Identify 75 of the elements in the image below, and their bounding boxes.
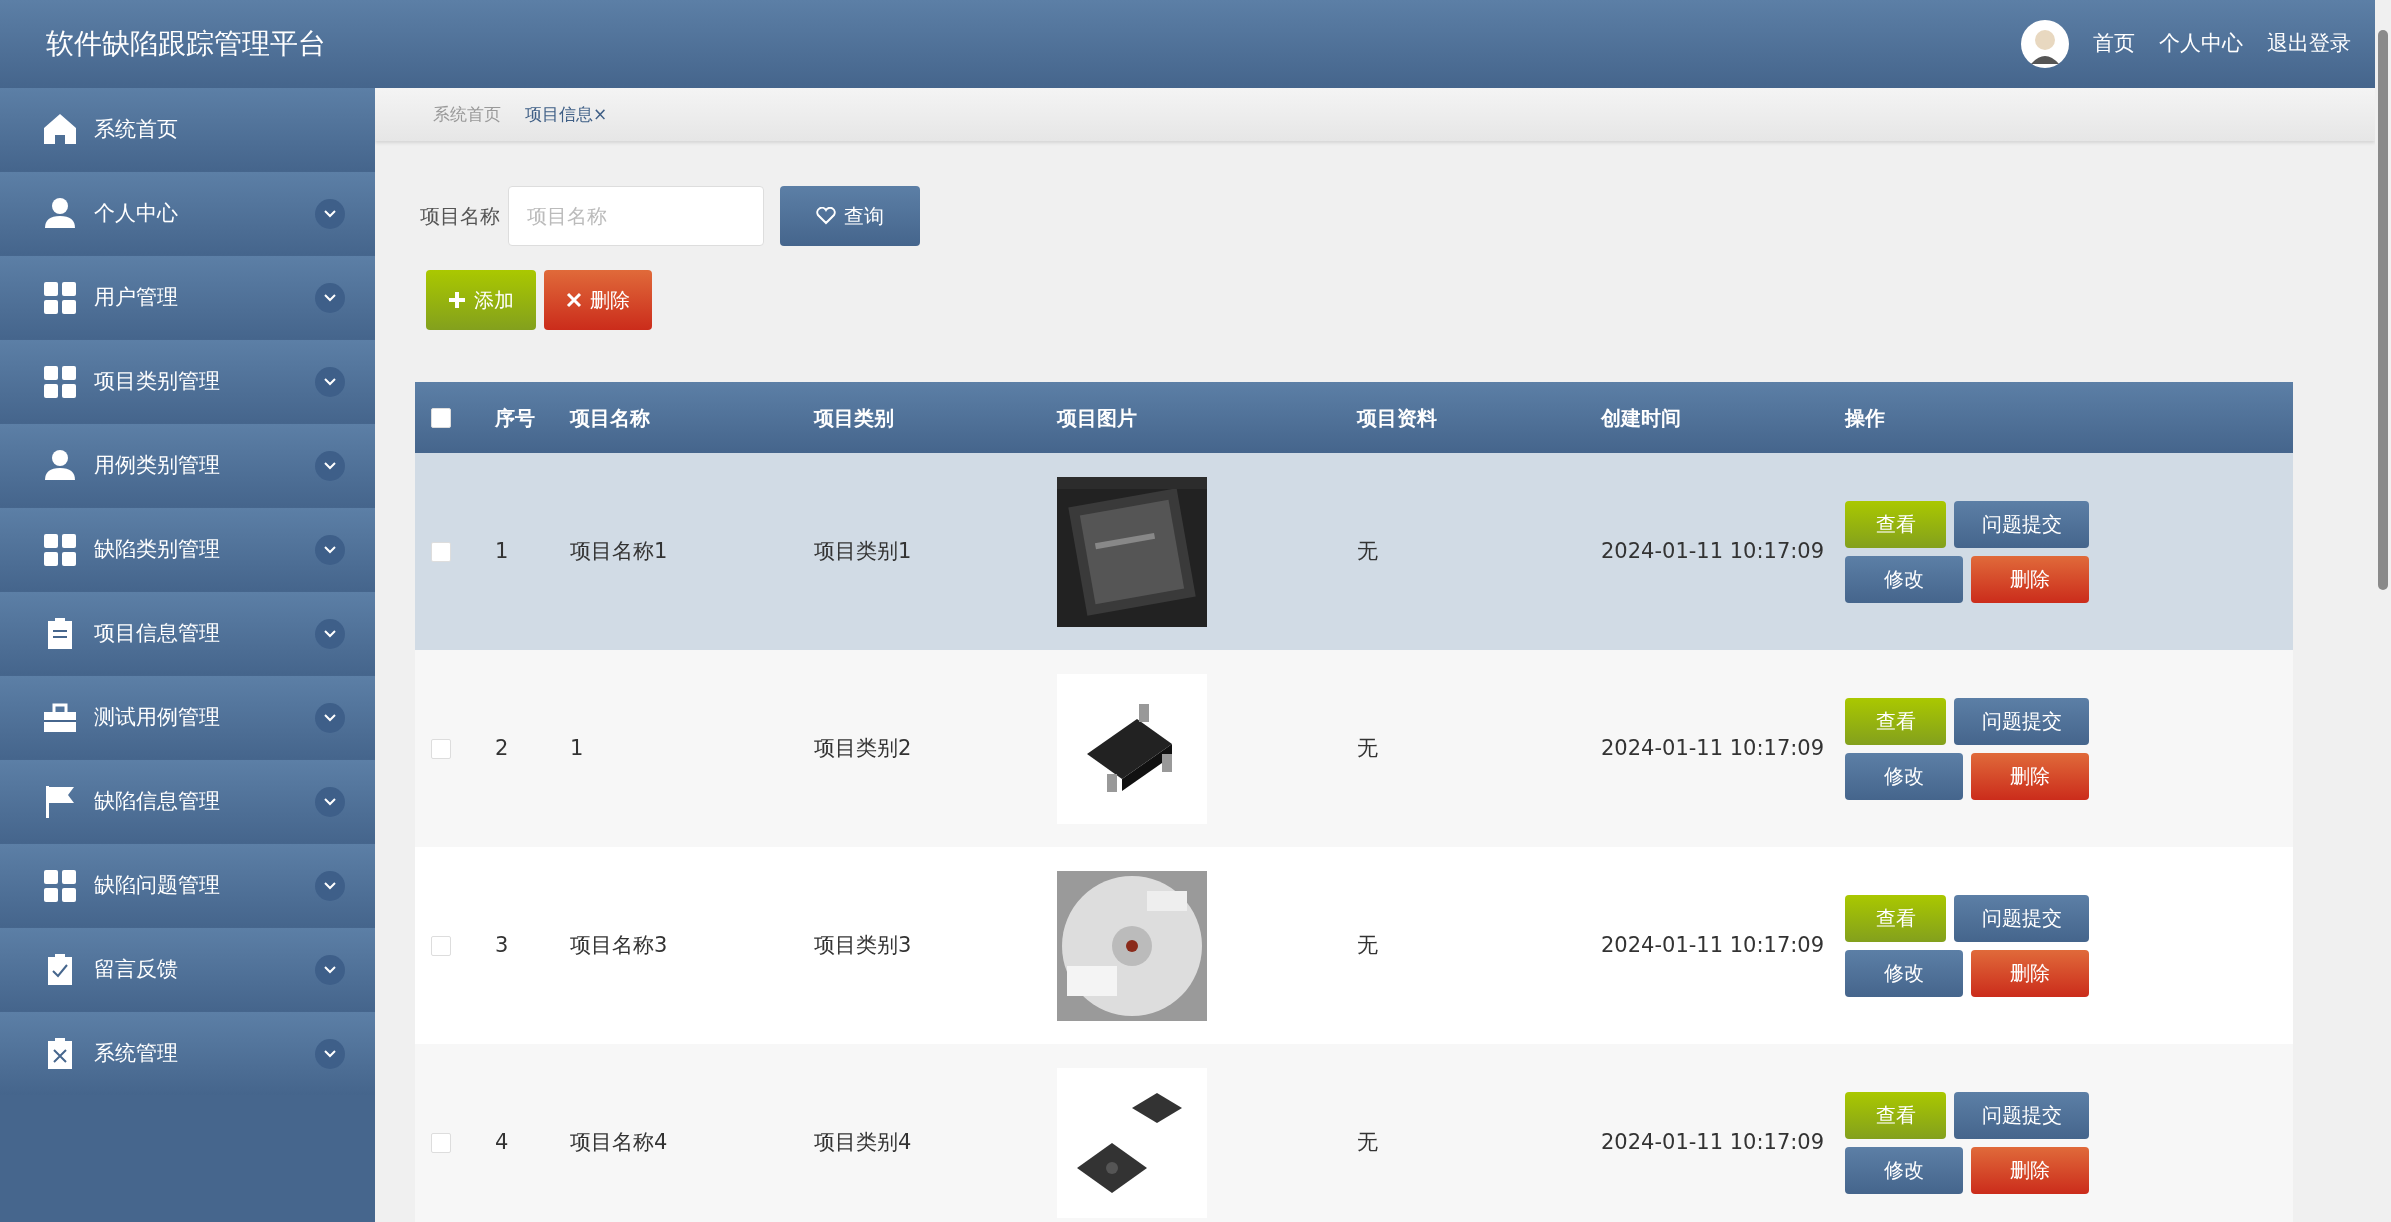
- submit-issue-button[interactable]: 问题提交: [1954, 895, 2089, 942]
- edit-button[interactable]: 修改: [1845, 556, 1963, 603]
- search-field[interactable]: 项目名称: [508, 186, 764, 247]
- select-all-checkbox[interactable]: [431, 408, 451, 428]
- heart-icon: [816, 207, 836, 226]
- table-cell: 无: [1357, 539, 1378, 564]
- search-label: 项目名称: [420, 203, 500, 231]
- table-cell: 项目名称4: [570, 1130, 668, 1155]
- nav-link[interactable]: 退出登录: [2267, 28, 2351, 60]
- edit-button[interactable]: 修改: [1845, 1147, 1963, 1194]
- app-title: 软件缺陷跟踪管理平台: [46, 26, 326, 63]
- table-cell: 4: [495, 1130, 509, 1155]
- delete-button[interactable]: 删除: [1971, 1147, 2089, 1194]
- avatar: [2021, 20, 2069, 69]
- table-cell: 项目类别1: [814, 539, 912, 564]
- chevron-icon: [315, 871, 345, 901]
- close-icon: [566, 292, 582, 309]
- column-header: 项目资料: [1357, 406, 1437, 430]
- plus-icon: [448, 291, 466, 310]
- table-cell: 2024-01-11 10:17:09: [1601, 736, 1825, 761]
- table-cell: 项目类别2: [814, 736, 912, 761]
- delete-button[interactable]: 删除: [1971, 950, 2089, 997]
- table-cell: 无: [1357, 1130, 1378, 1155]
- row-checkbox[interactable]: [431, 739, 451, 759]
- row-checkbox[interactable]: [431, 542, 451, 562]
- grid-icon: [42, 868, 78, 904]
- chevron-icon: [315, 535, 345, 565]
- grid-icon: [42, 364, 78, 400]
- search-button[interactable]: 查询: [780, 186, 920, 247]
- column-header: 序号: [495, 406, 535, 430]
- edit-button[interactable]: 修改: [1845, 950, 1963, 997]
- chevron-icon: [315, 1039, 345, 1069]
- column-header: 操作: [1845, 406, 1885, 430]
- chevron-icon: [315, 955, 345, 985]
- nav-link[interactable]: 首页: [2093, 28, 2135, 60]
- delete-button[interactable]: 删除: [544, 270, 652, 331]
- table-cell: 项目类别3: [814, 933, 912, 958]
- table-cell: 2024-01-11 10:17:09: [1601, 933, 1825, 958]
- table-cell: 项目类别4: [814, 1130, 912, 1155]
- table-cell: 项目名称1: [570, 539, 668, 564]
- scrollbar-thumb[interactable]: [2378, 30, 2388, 590]
- chevron-icon: [315, 199, 345, 229]
- column-header: 项目图片: [1057, 406, 1137, 430]
- chevron-icon: [315, 367, 345, 397]
- chevron-icon: [315, 451, 345, 481]
- table-cell: 无: [1357, 736, 1378, 761]
- chevron-icon: [315, 703, 345, 733]
- row-checkbox[interactable]: [431, 1133, 451, 1153]
- table-cell: 1: [570, 736, 584, 761]
- submit-issue-button[interactable]: 问题提交: [1954, 698, 2089, 745]
- tab[interactable]: 系统首页: [433, 102, 501, 128]
- chevron-icon: [315, 619, 345, 649]
- tab[interactable]: 项目信息: [525, 102, 593, 128]
- column-header: 项目类别: [814, 406, 894, 430]
- column-header: 项目名称: [570, 406, 650, 430]
- close-icon[interactable]: ×: [593, 102, 608, 128]
- table-cell: 无: [1357, 933, 1378, 958]
- delete-button[interactable]: 删除: [1971, 556, 2089, 603]
- row-checkbox[interactable]: [431, 936, 451, 956]
- chevron-icon: [315, 787, 345, 817]
- chevron-icon: [315, 283, 345, 313]
- column-header: 创建时间: [1601, 406, 1681, 430]
- table-cell: 2024-01-11 10:17:09: [1601, 1130, 1825, 1155]
- delete-button[interactable]: 删除: [1971, 753, 2089, 800]
- submit-issue-button[interactable]: 问题提交: [1954, 1092, 2089, 1139]
- table-cell: 2024-01-11 10:17:09: [1601, 539, 1825, 564]
- table-cell: 3: [495, 933, 509, 958]
- nav-link[interactable]: 个人中心: [2159, 28, 2243, 60]
- edit-button[interactable]: 修改: [1845, 753, 1963, 800]
- table-cell: 2: [495, 736, 509, 761]
- table-cell: 1: [495, 539, 509, 564]
- submit-issue-button[interactable]: 问题提交: [1954, 501, 2089, 548]
- grid-icon: [42, 532, 78, 568]
- grid-icon: [42, 280, 78, 316]
- table-cell: 项目名称3: [570, 933, 668, 958]
